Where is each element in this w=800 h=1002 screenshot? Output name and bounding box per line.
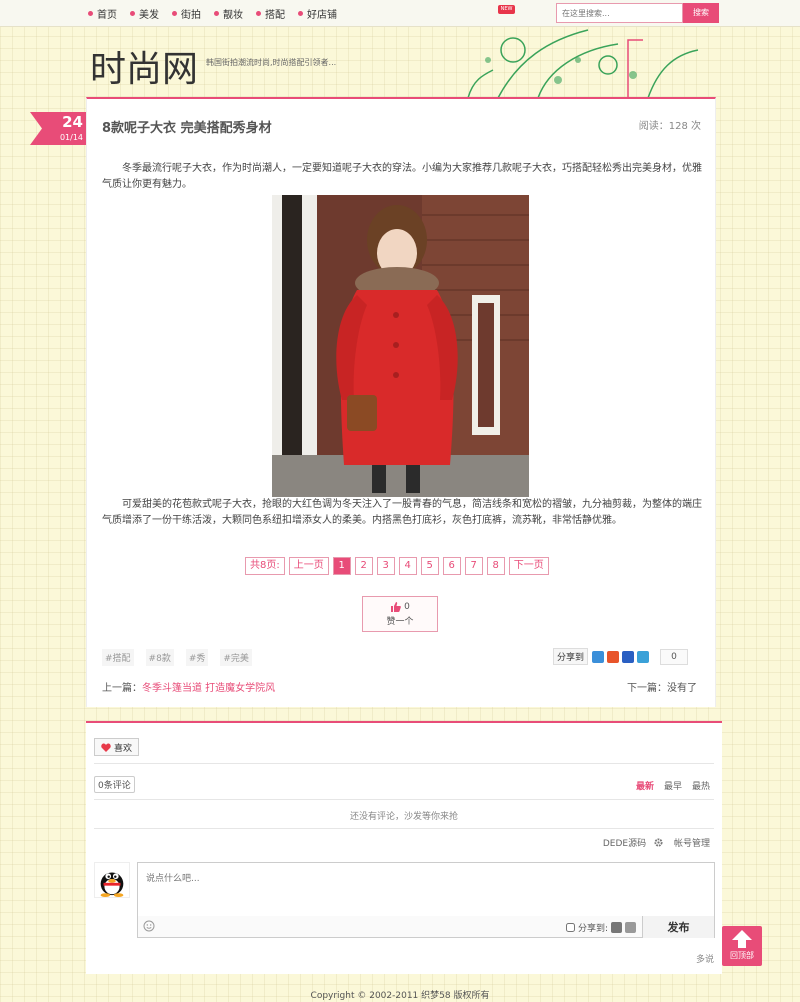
nav-item-home[interactable]: 首页 — [88, 6, 117, 21]
pagination-page-6[interactable]: 6 — [442, 557, 461, 575]
bullet-icon — [256, 11, 261, 16]
share-checkbox[interactable] — [566, 923, 575, 932]
article-views: 阅读：128 次 — [638, 121, 701, 132]
baidu-icon[interactable] — [622, 650, 635, 663]
nav-item-makeup[interactable]: 靓妆 — [214, 6, 243, 21]
main-nav: 首页 美发 街拍 靓妆 搭配 好店铺 — [88, 6, 350, 21]
copyright: Copyright © 2002-2011 织梦58 版权所有 — [310, 991, 490, 1001]
heart-icon — [101, 743, 111, 752]
pagination-total: 共8页: — [245, 557, 285, 575]
comment-toolbar: 分享到: 发布 — [137, 916, 715, 938]
floral-decoration-icon — [467, 29, 699, 98]
nav-item-street[interactable]: 街拍 — [172, 6, 201, 21]
next-article: 下一篇：没有了 — [627, 683, 697, 694]
pagination-prev[interactable]: 上一页 — [288, 557, 329, 575]
comment-count: 0条评论 — [94, 776, 135, 793]
nav-item-match[interactable]: 搭配 — [256, 6, 285, 21]
article-photo — [272, 195, 529, 497]
pagination-page-8[interactable]: 8 — [486, 557, 505, 575]
pagination-page-3[interactable]: 3 — [376, 557, 395, 575]
gear-icon — [654, 838, 663, 847]
qq-avatar — [94, 862, 130, 898]
tag-item[interactable]: #秀 — [185, 649, 209, 666]
emoji-icon[interactable] — [143, 920, 155, 932]
tag-list: #搭配 #8款 #秀 #完美 — [102, 649, 264, 666]
nav-item-hair[interactable]: 美发 — [130, 6, 159, 21]
pagination-page-2[interactable]: 2 — [354, 557, 373, 575]
share-to: 分享到: — [566, 921, 637, 934]
arrow-up-icon — [732, 930, 752, 948]
pagination-page-4[interactable]: 4 — [398, 557, 417, 575]
pagination-page-1[interactable]: 1 — [332, 557, 351, 575]
bullet-icon — [130, 11, 135, 16]
publish-button[interactable]: 发布 — [642, 916, 714, 938]
pagination-page-5[interactable]: 5 — [420, 557, 439, 575]
like-label: 赞一个 — [386, 617, 414, 627]
article-card: 8款呢子大衣 完美搭配秀身材 阅读：128 次 冬季最流行呢子大衣，作为时尚潮人… — [86, 97, 716, 707]
bullet-icon — [172, 11, 177, 16]
prev-article: 上一篇：冬季斗篷当道 打造魔女学院风 — [102, 683, 276, 694]
like-count: 0 — [404, 602, 410, 612]
favorite-button[interactable]: 喜欢 — [94, 738, 139, 756]
nav-item-shops[interactable]: 好店铺 — [298, 6, 337, 21]
back-to-top-button[interactable]: 回顶部 — [722, 926, 762, 966]
share-bar: 分享到 0 — [553, 648, 689, 665]
comment-provider[interactable]: 多说 — [696, 952, 714, 965]
share-button[interactable]: 分享到 — [553, 648, 589, 665]
article-paragraph-1: 冬季最流行呢子大衣，作为时尚潮人，一定要知道呢子大衣的穿法。小编为大家推荐几款呢… — [102, 163, 702, 190]
date-badge: 24 01/14 — [30, 112, 86, 145]
renren-icon[interactable] — [625, 922, 637, 933]
divider — [94, 763, 714, 764]
bullet-icon — [298, 11, 303, 16]
empty-comments-message: 还没有评论，沙发等你来抢 — [349, 812, 458, 822]
site-slogan: 韩国街拍潮流时尚,时尚搭配引领者... — [206, 58, 337, 67]
bullet-icon — [214, 11, 219, 16]
sort-newest[interactable]: 最新 — [636, 779, 654, 792]
qq-weibo-icon[interactable] — [611, 922, 623, 933]
pagination: 共8页: 上一页 1 2 3 4 5 6 7 8 下一页 — [245, 557, 553, 575]
tag-item[interactable]: #搭配 — [102, 649, 134, 666]
bullet-icon — [88, 11, 93, 16]
sort-hottest[interactable]: 最热 — [692, 779, 710, 792]
comment-section: 喜欢 0条评论 最新 最早 最热 还没有评论，沙发等你来抢 DEDE源码 帐号管… — [86, 721, 722, 974]
article-title: 8款呢子大衣 完美搭配秀身材 — [102, 121, 272, 136]
tag-item[interactable]: #完美 — [220, 649, 252, 666]
like-button[interactable]: 0 赞一个 — [362, 596, 438, 632]
account-manage[interactable]: 帐号管理 — [654, 836, 710, 849]
tag-item[interactable]: #8款 — [145, 649, 174, 666]
weibo-icon[interactable] — [607, 650, 620, 663]
pagination-page-7[interactable]: 7 — [464, 557, 483, 575]
pagination-next[interactable]: 下一页 — [508, 557, 549, 575]
thumbs-up-icon — [391, 602, 401, 612]
comment-sort: 最新 最早 最热 — [626, 779, 710, 792]
qzone-icon[interactable] — [592, 650, 605, 663]
share-count: 0 — [660, 648, 689, 665]
prev-article-link[interactable]: 冬季斗篷当道 打造魔女学院风 — [142, 683, 275, 694]
date-month-day: 01/14 — [59, 133, 83, 142]
site-logo[interactable]: 时尚网 — [90, 40, 198, 92]
new-badge: NEW — [498, 5, 515, 14]
account-name[interactable]: DEDE源码 — [603, 836, 646, 849]
sort-oldest[interactable]: 最早 — [664, 779, 682, 792]
account-bar: DEDE源码 帐号管理 — [595, 836, 710, 849]
qq-share-icon[interactable] — [637, 650, 650, 663]
date-day: 24 — [62, 113, 83, 131]
comment-input[interactable] — [137, 862, 715, 917]
article-paragraph-2: 可爱甜美的花苞款式呢子大衣，抢眼的大红色调为冬天注入了一股青春的气息，简洁线条和… — [102, 499, 702, 526]
divider — [94, 828, 714, 829]
next-article-text: 没有了 — [667, 683, 697, 694]
divider — [94, 799, 714, 800]
